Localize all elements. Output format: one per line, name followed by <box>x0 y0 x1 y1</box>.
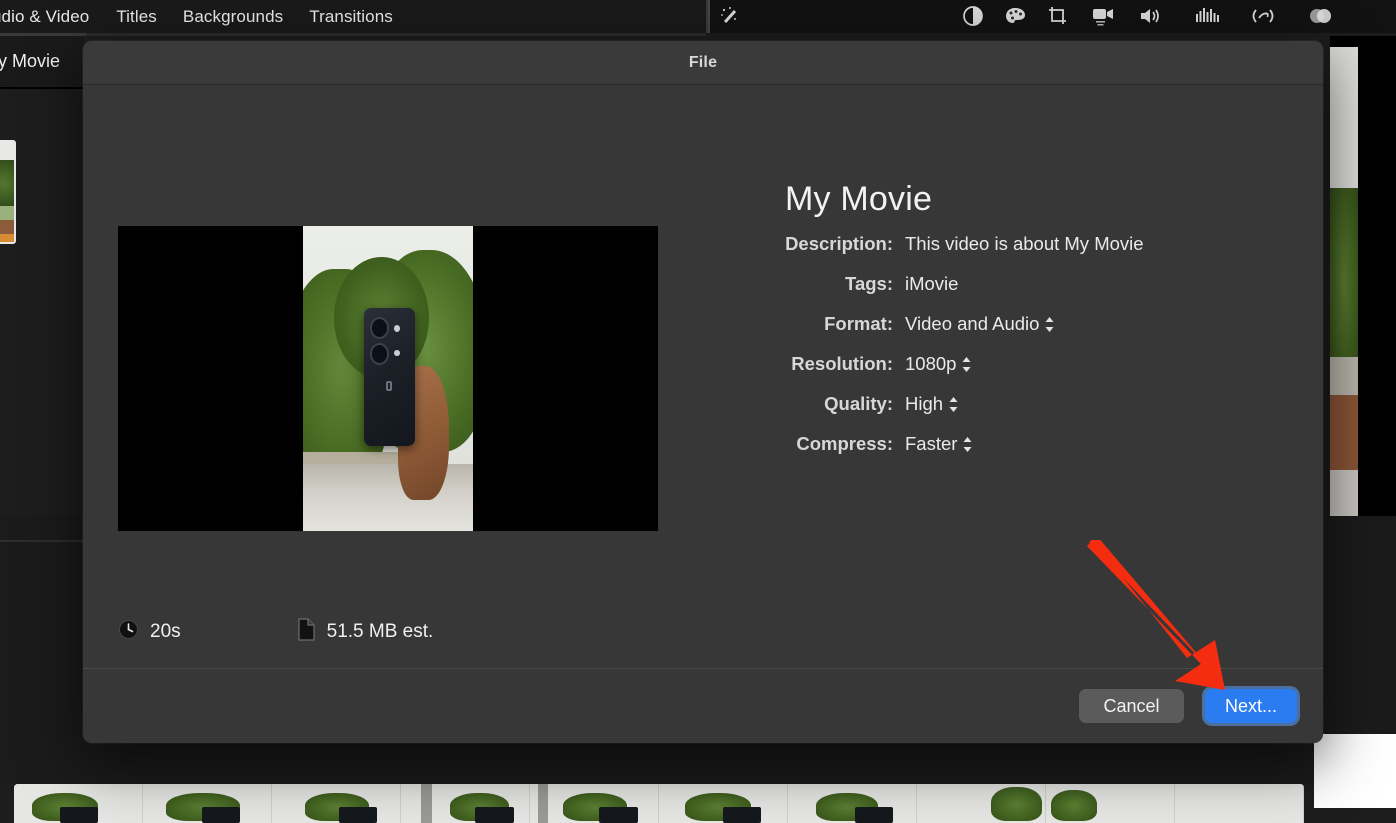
movie-title: My Movie <box>785 180 933 218</box>
dialog-body: My Movie Description: This video is abou… <box>83 85 1323 668</box>
timeline-separator <box>0 540 84 542</box>
white-overlay-box <box>1314 734 1396 808</box>
filmstrip-frame[interactable] <box>659 784 788 823</box>
filmstrip-frame[interactable] <box>401 784 530 823</box>
filmstrip-frame[interactable] <box>917 784 1046 823</box>
filmstrip-frame[interactable] <box>143 784 272 823</box>
field-row-format: Format: Video and Audio <box>703 313 1273 347</box>
cancel-button[interactable]: Cancel <box>1078 689 1184 723</box>
filmstrip-frame[interactable] <box>788 784 917 823</box>
format-select[interactable]: Video and Audio <box>905 313 1055 335</box>
export-preview-thumbnail <box>118 226 658 531</box>
dialog-footer: Cancel Next... <box>83 668 1323 743</box>
next-button[interactable]: Next... <box>1204 689 1297 723</box>
filmstrip-frame[interactable] <box>1046 784 1175 823</box>
timeline-filmstrip[interactable] <box>14 784 1304 823</box>
resolution-select[interactable]: 1080p <box>905 353 972 375</box>
chevron-updown-icon[interactable] <box>1044 316 1055 335</box>
filesize-value: 51.5 MB est. <box>326 621 434 642</box>
pillarbox-right <box>473 226 658 531</box>
clock-icon <box>118 619 139 645</box>
crop-icon[interactable] <box>1043 2 1073 30</box>
tags-input[interactable]: iMovie <box>905 273 958 295</box>
speed-icon[interactable] <box>1248 2 1278 30</box>
chevron-updown-icon[interactable] <box>962 436 973 455</box>
field-row-quality: Quality: High <box>703 393 1273 427</box>
document-icon <box>297 618 316 646</box>
video-preview-frame <box>1330 47 1358 517</box>
export-file-dialog: File My Movie Description: This video is… <box>83 41 1323 743</box>
dialog-title: File <box>688 53 718 71</box>
timeline-edge <box>0 776 1396 784</box>
filmstrip-frame[interactable] <box>1175 784 1304 823</box>
magic-wand-icon[interactable] <box>715 2 745 30</box>
label-compress: Compress: <box>796 433 893 454</box>
color-balance-icon[interactable] <box>958 2 988 30</box>
field-row-compress: Compress: Faster <box>703 433 1273 467</box>
tab-audio-and-video[interactable]: udio & Video <box>0 7 89 27</box>
compress-value: Faster <box>905 433 958 454</box>
label-tags: Tags: <box>845 273 893 294</box>
quality-select[interactable]: High <box>905 393 959 415</box>
project-sidebar <box>0 36 84 516</box>
color-correction-icon[interactable] <box>1000 2 1030 30</box>
label-description: Description: <box>785 233 893 254</box>
project-thumbnail[interactable] <box>0 140 16 244</box>
tabbar-underline <box>0 33 706 36</box>
tab-titles[interactable]: Titles <box>116 7 157 27</box>
project-title-separator <box>0 87 84 89</box>
filmstrip-frame[interactable] <box>14 784 143 823</box>
field-row-description: Description: This video is about My Movi… <box>703 233 1273 267</box>
toolbar-divider <box>708 0 710 33</box>
label-resolution: Resolution: <box>791 353 893 374</box>
project-title-bar: y Movie <box>0 36 84 86</box>
noise-reduction-icon[interactable] <box>1192 2 1222 30</box>
field-row-tags: Tags: iMovie <box>703 273 1273 307</box>
tab-backgrounds[interactable]: Backgrounds <box>183 7 283 27</box>
chevron-updown-icon[interactable] <box>948 396 959 415</box>
stabilization-icon[interactable] <box>1088 2 1118 30</box>
preview-video-frame <box>303 226 473 531</box>
export-stats-row: 20s 51.5 MB est. <box>118 618 433 646</box>
filesize-stat: 51.5 MB est. <box>297 618 434 646</box>
pillarbox-left <box>118 226 303 531</box>
chevron-updown-icon[interactable] <box>961 356 972 375</box>
filmstrip-frame[interactable] <box>530 784 659 823</box>
duration-stat: 20s <box>118 619 181 645</box>
description-value: This video is about My Movie <box>905 233 1144 254</box>
description-input[interactable]: This video is about My Movie <box>905 233 1144 255</box>
tags-value: iMovie <box>905 273 959 294</box>
format-value: Video and Audio <box>905 313 1040 334</box>
dialog-titlebar: File <box>83 41 1323 85</box>
project-title: y Movie <box>0 50 61 71</box>
filters-icon[interactable] <box>1305 2 1335 30</box>
phone-in-frame <box>364 308 416 446</box>
label-format: Format: <box>824 313 893 334</box>
export-info-panel: My Movie Description: This video is abou… <box>703 180 1273 473</box>
field-row-resolution: Resolution: 1080p <box>703 353 1273 387</box>
tab-transitions[interactable]: Transitions <box>309 7 393 27</box>
quality-value: High <box>905 393 944 414</box>
volume-icon[interactable] <box>1136 2 1166 30</box>
resolution-value: 1080p <box>905 353 957 374</box>
media-browser-tabbar: udio & Video Titles Backgrounds Transiti… <box>0 0 706 33</box>
label-quality: Quality: <box>824 393 893 414</box>
compress-select[interactable]: Faster <box>905 433 973 455</box>
filmstrip-frame[interactable] <box>272 784 401 823</box>
duration-value: 20s <box>150 621 181 642</box>
